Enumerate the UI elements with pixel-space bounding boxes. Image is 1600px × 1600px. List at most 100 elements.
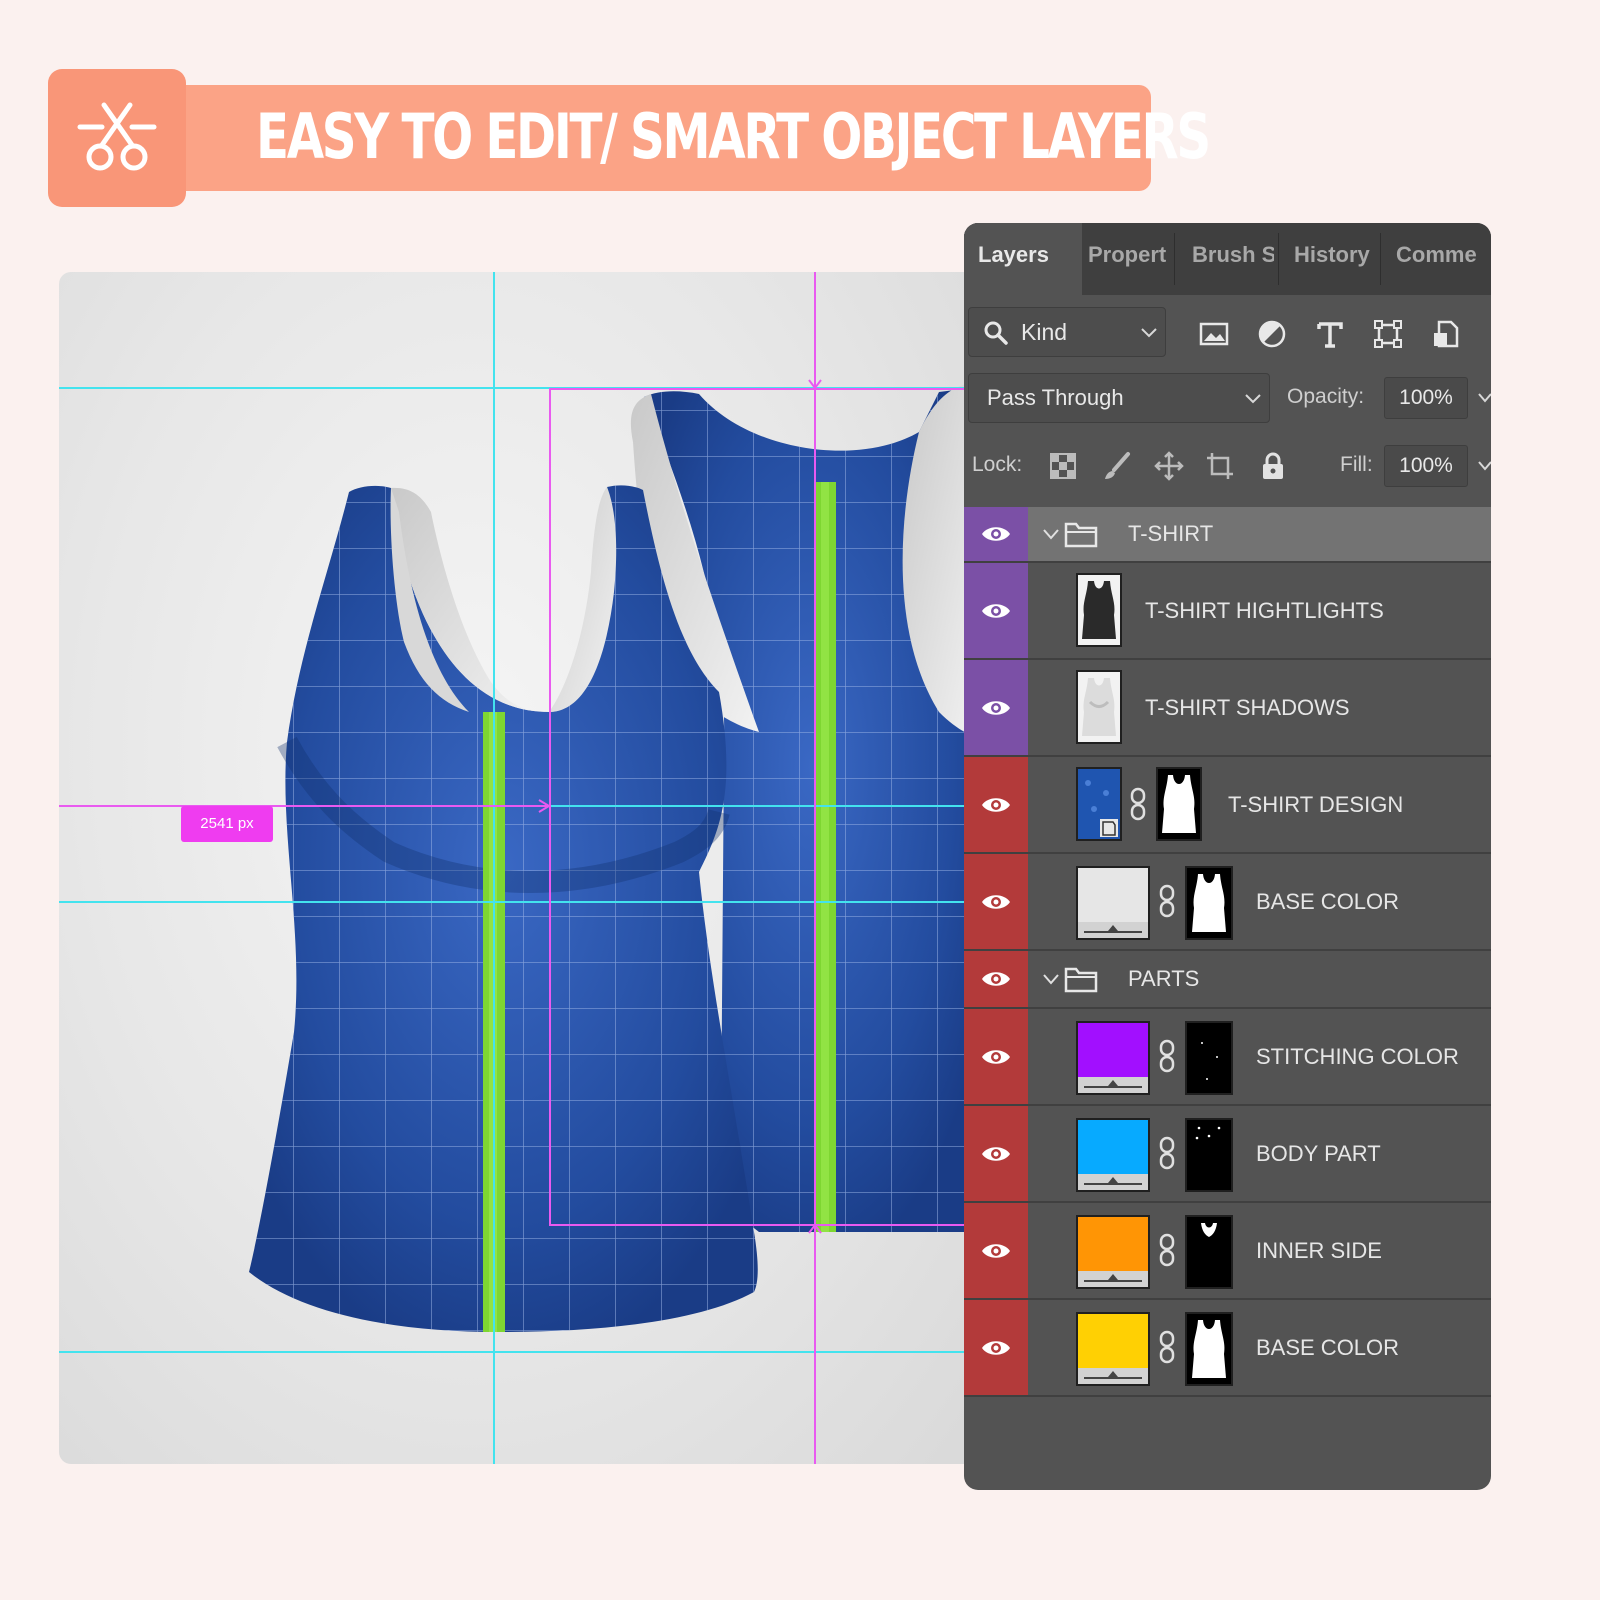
pixel-layer-filter-icon[interactable] [1199,319,1229,349]
visibility-toggle[interactable] [964,1106,1028,1201]
lock-all-icon[interactable] [1258,451,1288,481]
layer-row-tshirt-highlights[interactable]: T-SHIRT HIGHTLIGHTS [964,563,1491,660]
eye-icon [982,797,1010,812]
measurement-label: 2541 px [181,806,273,842]
tab-layers[interactable]: Layers [964,223,1082,295]
layer-name: STITCHING COLOR [1256,1044,1459,1069]
layer-row-tshirt-group[interactable]: T-SHIRT [964,507,1491,563]
chevron-down-icon[interactable] [1042,971,1060,987]
layer-name: T-SHIRT HIGHTLIGHTS [1145,598,1384,623]
scissors-icon [77,102,157,171]
fill-input[interactable]: 100% [1384,445,1468,487]
tab-separator [1380,233,1381,285]
tab-separator [1174,233,1175,285]
fill-layer-thumbnail [1076,1215,1150,1289]
layer-row-body-part[interactable]: BODY PART [964,1106,1491,1203]
layer-mask-thumbnail [1185,1312,1233,1386]
visibility-toggle[interactable] [964,563,1028,658]
lock-transparent-pixels-icon[interactable] [1048,451,1078,481]
search-icon [984,321,1008,345]
opacity-input[interactable]: 100% [1384,377,1468,419]
layer-name: T-SHIRT DESIGN [1228,792,1404,817]
eye-icon [982,603,1010,618]
blend-row: Pass Through Opacity: 100% [964,369,1491,427]
layer-row-parts-base-color[interactable]: BASE COLOR [964,1300,1491,1397]
layers-panel: Layers Propert Brush S History Comme Kin… [964,223,1491,1490]
filter-row: Kind [964,303,1491,363]
filter-kind-label: Kind [1021,319,1068,345]
layer-mask-thumbnail [1185,1021,1233,1095]
layer-row-stitching-color[interactable]: STITCHING COLOR [964,1009,1491,1106]
visibility-toggle[interactable] [964,507,1028,561]
layer-mask-thumbnail [1185,1215,1233,1289]
shape-layer-filter-icon[interactable] [1373,319,1403,349]
tab-brush-settings[interactable]: Brush S [1192,223,1274,295]
mask-link-icon[interactable] [1129,787,1147,821]
layer-row-parts-group[interactable]: PARTS [964,951,1491,1009]
eye-icon [982,1049,1010,1064]
lock-artboard-icon[interactable] [1205,451,1235,481]
visibility-toggle[interactable] [964,1300,1028,1395]
chevron-down-icon [1141,328,1157,338]
type-layer-filter-icon[interactable] [1315,319,1345,349]
mask-link-icon[interactable] [1158,1136,1176,1170]
adjustment-layer-filter-icon[interactable] [1257,319,1287,349]
layer-thumbnail [1076,670,1122,744]
lock-position-icon[interactable] [1154,451,1184,481]
fill-layer-thumbnail [1076,1312,1150,1386]
visibility-toggle[interactable] [964,854,1028,949]
smart-object-thumbnail [1076,767,1122,841]
layer-name: PARTS [1128,966,1200,991]
tab-properties[interactable]: Propert [1088,223,1168,295]
visibility-toggle[interactable] [964,1203,1028,1298]
layer-row-base-color[interactable]: BASE COLOR [964,854,1491,951]
layer-row-tshirt-shadows[interactable]: T-SHIRT SHADOWS [964,660,1491,757]
panel-tabs: Layers Propert Brush S History Comme [964,223,1491,295]
banner-title: EASY TO EDIT/ SMART OBJECT LAYERS [256,100,1211,173]
lock-image-pixels-icon[interactable] [1102,451,1132,481]
eye-icon [982,972,1010,986]
mask-link-icon[interactable] [1158,1330,1176,1364]
layer-name: BASE COLOR [1256,889,1400,914]
layer-name: T-SHIRT [1128,521,1214,546]
eye-icon [982,1243,1010,1258]
eye-icon [982,700,1010,715]
visibility-toggle[interactable] [964,1009,1028,1104]
tab-separator [1278,233,1279,285]
fill-layer-thumbnail [1076,1021,1150,1095]
lock-label: Lock: [972,453,1023,476]
chevron-down-icon[interactable] [1042,526,1060,542]
banner-icon-box [48,69,186,207]
layer-name: T-SHIRT SHADOWS [1145,695,1350,720]
eye-icon [982,1146,1010,1161]
eye-icon [982,1340,1010,1355]
layer-row-tshirt-design[interactable]: T-SHIRT DESIGN [964,757,1491,854]
visibility-toggle[interactable] [964,757,1028,852]
layer-name: BASE COLOR [1256,1335,1400,1360]
layer-mask-thumbnail [1185,1118,1233,1192]
layer-row-inner-side[interactable]: INNER SIDE [964,1203,1491,1300]
chevron-down-icon[interactable] [1478,461,1491,471]
mockup-illustration [59,272,979,1464]
fill-layer-thumbnail [1076,1118,1150,1192]
layer-mask-thumbnail [1156,767,1202,841]
layer-thumbnail [1076,573,1122,647]
eye-icon [982,527,1010,541]
smart-object-filter-icon[interactable] [1431,319,1461,349]
mask-link-icon[interactable] [1158,884,1176,918]
mask-link-icon[interactable] [1158,1039,1176,1073]
folder-icon [1064,522,1098,548]
visibility-toggle[interactable] [964,951,1028,1007]
mask-link-icon[interactable] [1158,1233,1176,1267]
filter-kind-dropdown[interactable]: Kind [968,307,1166,357]
lock-row: Lock: Fill: 100% [964,437,1491,493]
chevron-down-icon[interactable] [1478,393,1491,403]
layer-name: INNER SIDE [1256,1238,1382,1263]
tab-history[interactable]: History [1294,223,1376,295]
blend-mode-label: Pass Through [987,385,1124,410]
visibility-toggle[interactable] [964,660,1028,755]
tab-comments[interactable]: Comme [1396,223,1491,295]
layer-mask-thumbnail [1185,866,1233,940]
eye-icon [982,894,1010,909]
blend-mode-dropdown[interactable]: Pass Through [968,373,1270,423]
